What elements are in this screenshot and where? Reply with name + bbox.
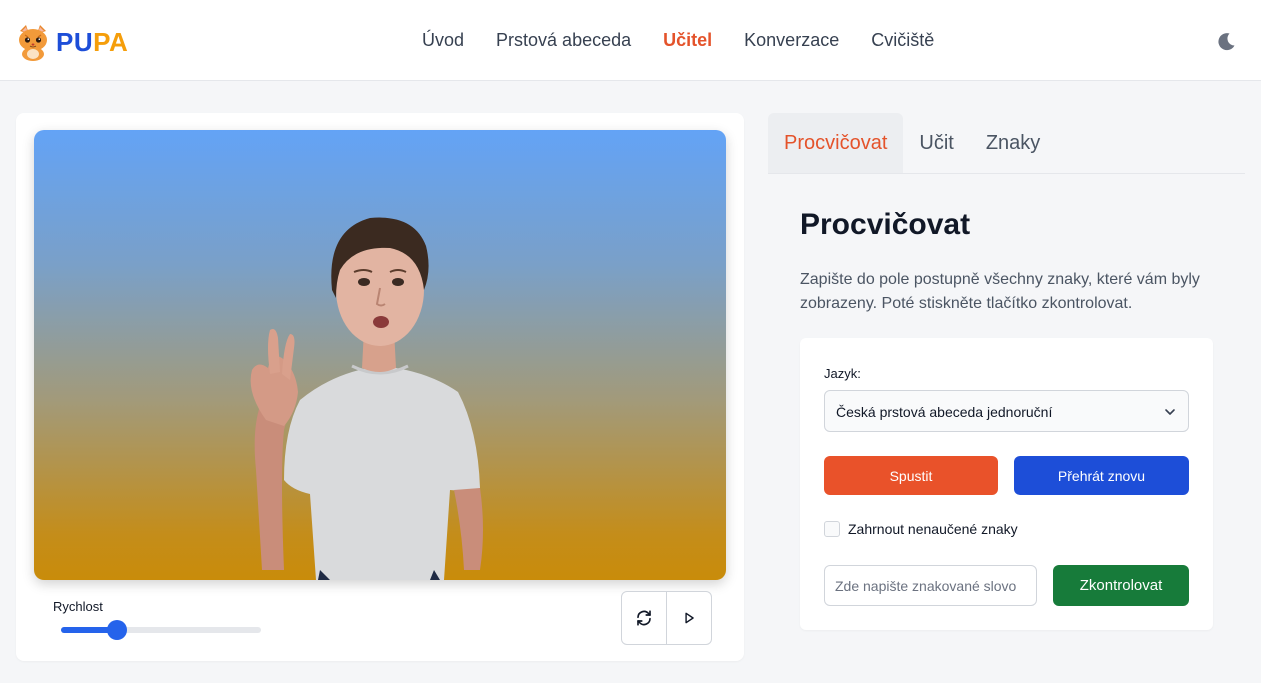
cat-logo-icon bbox=[19, 25, 47, 61]
avatar-video bbox=[34, 130, 726, 580]
tab-procvicovat[interactable]: Procvičovat bbox=[768, 113, 904, 173]
include-unlearned-row: Zahrnout nenaučené znaky bbox=[824, 521, 1018, 537]
mode-tabs: Procvičovat Učit Znaky bbox=[768, 113, 1245, 174]
logo-text-pa: PA bbox=[93, 26, 129, 57]
logo-text: PUPA bbox=[56, 27, 128, 58]
include-unlearned-label: Zahrnout nenaučené znaky bbox=[848, 521, 1018, 537]
chevron-down-icon bbox=[1165, 409, 1175, 415]
language-label: Jazyk: bbox=[824, 366, 861, 381]
player-controls bbox=[621, 591, 712, 645]
repeat-icon bbox=[637, 610, 651, 626]
nav-item-ucitel[interactable]: Učitel bbox=[663, 30, 712, 51]
page-title: Procvičovat bbox=[800, 208, 971, 241]
moon-icon[interactable] bbox=[1214, 30, 1238, 54]
play-button[interactable] bbox=[666, 592, 711, 644]
language-select-value: Česká prstová abeceda jednoruční bbox=[836, 404, 1053, 420]
tab-znaky[interactable]: Znaky bbox=[970, 113, 1056, 173]
start-button[interactable]: Spustit bbox=[824, 456, 998, 495]
language-select[interactable]: Česká prstová abeceda jednoruční bbox=[824, 390, 1189, 432]
avatar-figure bbox=[250, 217, 483, 580]
nav-item-uvod[interactable]: Úvod bbox=[422, 30, 464, 51]
repeat-button[interactable] bbox=[622, 592, 666, 644]
top-header: PUPA Úvod Prstová abeceda Učitel Konverz… bbox=[0, 0, 1261, 81]
logo-text-pu: PU bbox=[56, 26, 94, 57]
main-nav: Úvod Prstová abeceda Učitel Konverzace C… bbox=[422, 30, 934, 51]
check-button[interactable]: Zkontrolovat bbox=[1053, 565, 1189, 606]
logo[interactable]: PUPA bbox=[16, 22, 128, 62]
avatar-player-card: Rychlost bbox=[16, 113, 744, 661]
replay-button[interactable]: Přehrát znovu bbox=[1014, 456, 1189, 495]
speed-slider-thumb[interactable] bbox=[107, 620, 127, 640]
speed-label: Rychlost bbox=[53, 599, 103, 614]
nav-item-cviciste[interactable]: Cvičiště bbox=[871, 30, 934, 51]
practice-form: Jazyk: Česká prstová abeceda jednoruční … bbox=[800, 338, 1213, 630]
page-description: Zapište do pole postupně všechny znaky, … bbox=[800, 271, 1200, 312]
nav-item-prstova-abeceda[interactable]: Prstová abeceda bbox=[496, 30, 631, 51]
word-input[interactable] bbox=[824, 565, 1037, 606]
speed-slider[interactable] bbox=[61, 620, 261, 640]
tab-ucit[interactable]: Učit bbox=[903, 113, 969, 173]
include-unlearned-checkbox[interactable] bbox=[824, 521, 840, 537]
nav-item-konverzace[interactable]: Konverzace bbox=[744, 30, 839, 51]
play-icon bbox=[685, 612, 694, 624]
